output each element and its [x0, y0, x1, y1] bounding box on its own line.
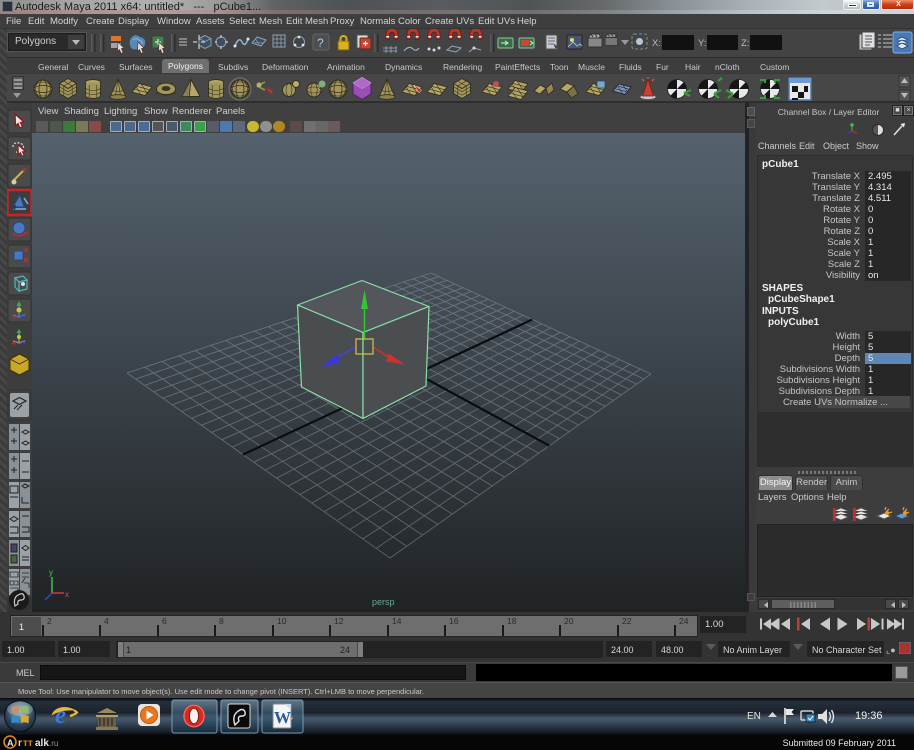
svg-text:alk: alk [35, 738, 49, 749]
svg-text:EN: EN [747, 711, 761, 722]
svg-text:Y:: Y: [698, 38, 706, 49]
svg-text:W: W [274, 708, 291, 727]
svg-text:.ru: .ru [49, 739, 58, 748]
svg-text:тт: тт [23, 738, 33, 749]
svg-text:y: y [49, 568, 53, 577]
svg-text:?: ? [317, 36, 324, 50]
svg-text:persp: persp [372, 597, 395, 607]
svg-text:A: A [7, 738, 14, 748]
svg-text:e: e [55, 702, 66, 729]
svg-text:Z:: Z: [741, 38, 749, 49]
svg-text:r: r [18, 738, 22, 749]
svg-text:X:: X: [652, 38, 661, 49]
svg-text:x: x [65, 590, 69, 599]
